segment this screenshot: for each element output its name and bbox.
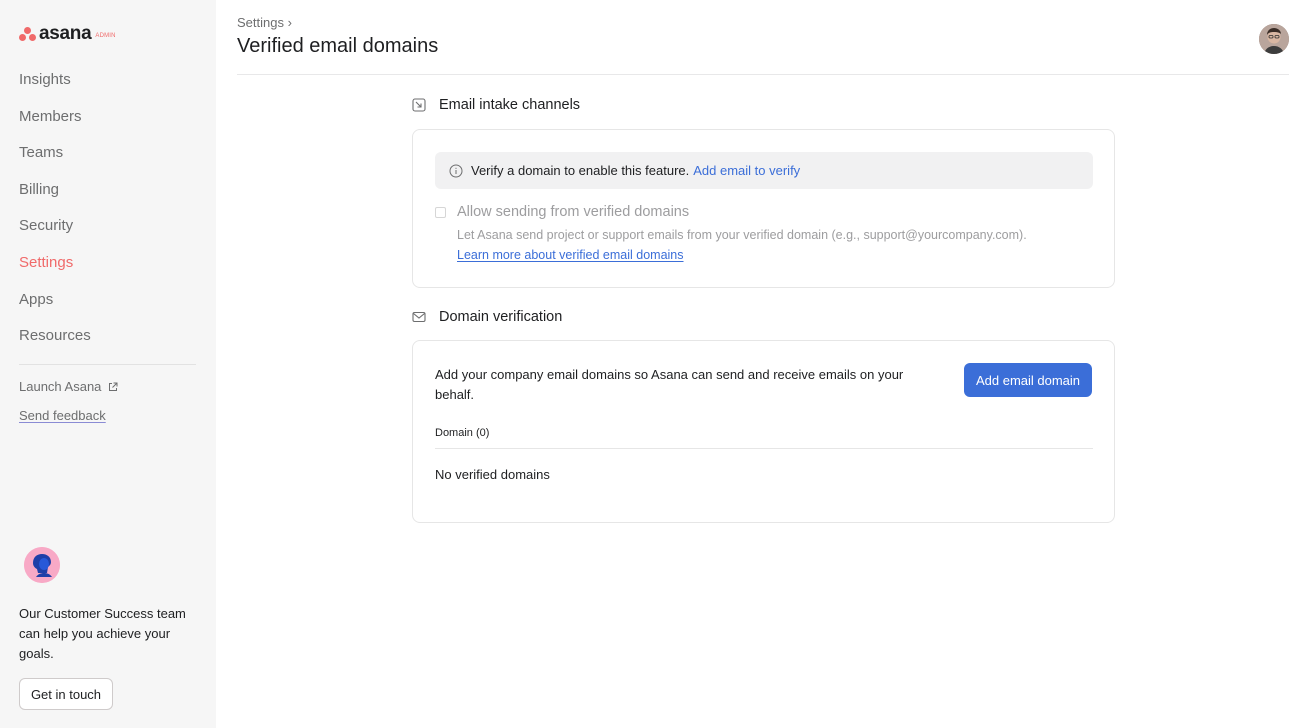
- sidebar-nav: Insights Members Teams Billing Security …: [19, 66, 91, 359]
- logo-wordmark: asana: [39, 23, 92, 44]
- asana-logo[interactable]: asana ADMIN: [19, 23, 116, 44]
- envelope-icon: [412, 309, 428, 325]
- sidebar-item-resources[interactable]: Resources: [19, 322, 91, 359]
- customer-success-avatar: [24, 547, 60, 583]
- add-email-to-verify-link[interactable]: Add email to verify: [693, 163, 800, 178]
- get-in-touch-button[interactable]: Get in touch: [19, 678, 113, 710]
- launch-asana-link[interactable]: Launch Asana: [19, 379, 118, 394]
- domain-verification-heading: Domain verification: [412, 309, 562, 325]
- sidebar-divider: [19, 364, 196, 365]
- customer-success-text: Our Customer Success team can help you a…: [19, 606, 186, 661]
- table-divider: [435, 448, 1093, 449]
- info-icon: [449, 163, 465, 179]
- external-link-icon: [109, 382, 118, 391]
- sidebar: asana ADMIN Insights Members Teams Billi…: [0, 0, 216, 728]
- allow-sending-row: Allow sending from verified domains: [435, 204, 689, 220]
- email-intake-heading: Email intake channels: [412, 97, 580, 113]
- verify-domain-banner: Verify a domain to enable this feature. …: [435, 152, 1093, 189]
- sidebar-item-security[interactable]: Security: [19, 212, 91, 249]
- launch-asana-label: Launch Asana: [19, 379, 102, 394]
- email-intake-card: Verify a domain to enable this feature. …: [412, 129, 1115, 288]
- no-domains-text: No verified domains: [435, 467, 550, 482]
- banner-text: Verify a domain to enable this feature.: [471, 163, 690, 178]
- sidebar-item-teams[interactable]: Teams: [19, 139, 91, 176]
- admin-badge: ADMIN: [95, 32, 116, 39]
- allow-sending-help-text: Let Asana send project or support emails…: [457, 228, 1027, 242]
- add-email-domain-button[interactable]: Add email domain: [964, 363, 1092, 397]
- email-intake-title: Email intake channels: [439, 97, 581, 113]
- sidebar-item-billing[interactable]: Billing: [19, 176, 91, 213]
- user-avatar[interactable]: [1259, 24, 1289, 54]
- allow-sending-checkbox[interactable]: [435, 206, 446, 218]
- send-feedback-link[interactable]: Send feedback: [19, 408, 106, 423]
- inbox-arrow-icon: [412, 97, 428, 113]
- sidebar-item-settings[interactable]: Settings: [19, 249, 91, 286]
- sidebar-item-insights[interactable]: Insights: [19, 66, 91, 103]
- domain-description: Add your company email domains so Asana …: [435, 367, 904, 402]
- domain-verification-title: Domain verification: [439, 309, 563, 325]
- learn-more-link[interactable]: Learn more about verified email domains: [457, 248, 684, 262]
- sidebar-item-apps[interactable]: Apps: [19, 286, 91, 323]
- domain-column-header: Domain (0): [435, 427, 490, 439]
- page-title: Verified email domains: [237, 35, 439, 57]
- sidebar-item-members[interactable]: Members: [19, 103, 91, 140]
- breadcrumb[interactable]: Settings ›: [237, 15, 292, 30]
- asana-dots-icon: [19, 27, 36, 41]
- header-divider: [237, 74, 1289, 75]
- domain-verification-card: Add your company email domains so Asana …: [412, 340, 1115, 523]
- allow-sending-label: Allow sending from verified domains: [457, 204, 690, 220]
